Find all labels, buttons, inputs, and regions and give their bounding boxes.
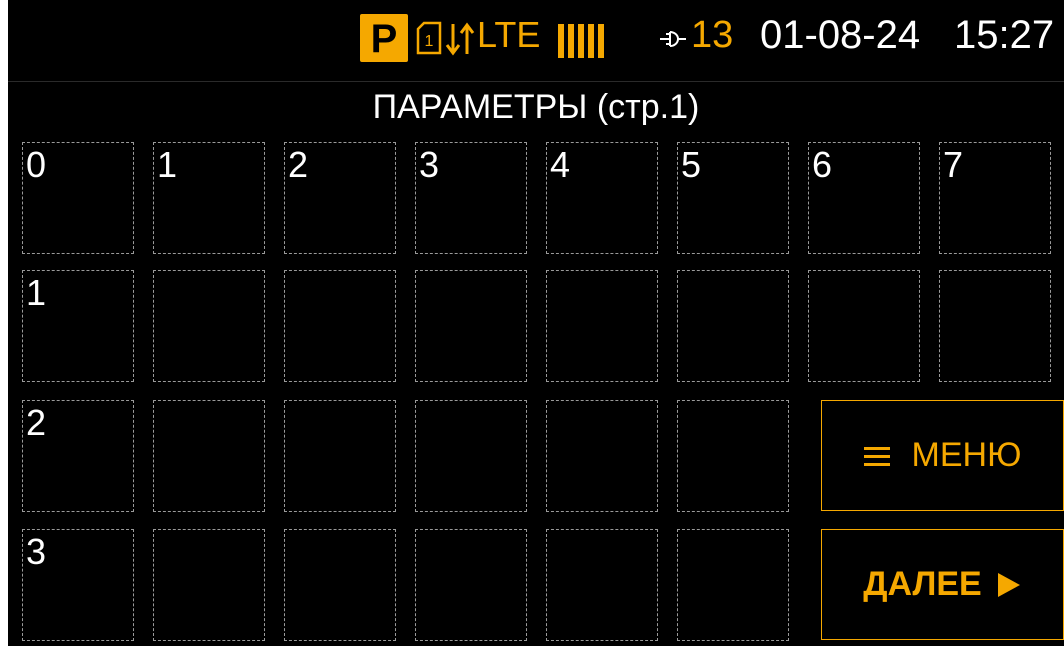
time-value: 15:27 [954, 13, 1055, 57]
next-button[interactable]: ДАЛЕЕ [821, 529, 1064, 640]
date-value: 01-08-24 [760, 13, 921, 57]
column-header-cell[interactable]: 0 [22, 142, 134, 254]
parameter-cell[interactable] [284, 400, 396, 512]
parameter-cell[interactable] [153, 529, 265, 641]
row-header-cell[interactable]: 2 [22, 400, 134, 512]
parameter-cell[interactable] [808, 270, 920, 382]
parameter-cell[interactable] [415, 270, 527, 382]
signal-arrows-icon [445, 22, 475, 56]
parameter-cell[interactable] [153, 400, 265, 512]
column-header-cell[interactable]: 2 [284, 142, 396, 254]
status-bar: P 1 LTE 13 01-08-24 15:27 [8, 0, 1064, 81]
parameter-cell[interactable] [677, 270, 789, 382]
device-screen: P 1 LTE 13 01-08-24 15:27 ПАРАМЕТРЫ (стр… [8, 0, 1064, 646]
column-header-cell[interactable]: 1 [153, 142, 265, 254]
row-header-cell[interactable]: 3 [22, 529, 134, 641]
parameter-cell[interactable] [939, 270, 1051, 382]
column-header-cell[interactable]: 4 [546, 142, 658, 254]
parameter-cell[interactable] [546, 270, 658, 382]
plug-icon [660, 31, 686, 47]
count-value: 13 [691, 14, 734, 56]
column-header-cell[interactable]: 7 [939, 142, 1051, 254]
signal-bars-icon [558, 24, 604, 58]
network-label: LTE [477, 14, 541, 55]
parameter-cell[interactable] [284, 529, 396, 641]
parameter-cell[interactable] [677, 400, 789, 512]
hamburger-icon [863, 446, 890, 466]
column-header-cell[interactable]: 3 [415, 142, 527, 254]
parameter-cell[interactable] [677, 529, 789, 641]
column-header-cell[interactable]: 6 [808, 142, 920, 254]
parameter-cell[interactable] [415, 529, 527, 641]
page-title: ПАРАМЕТРЫ (стр.1) [372, 88, 700, 126]
sim-slot-label: 1 [425, 33, 434, 50]
parameter-cell[interactable] [284, 270, 396, 382]
parking-badge-icon: P [360, 14, 408, 62]
parameter-cell[interactable] [415, 400, 527, 512]
row-header-cell[interactable]: 1 [22, 270, 134, 382]
parameter-cell[interactable] [546, 529, 658, 641]
parameter-cell[interactable] [546, 400, 658, 512]
parameter-cell[interactable] [153, 270, 265, 382]
sim-card-icon: 1 [416, 21, 442, 55]
next-button-label: ДАЛЕЕ [863, 565, 982, 603]
play-arrow-icon [997, 572, 1020, 597]
column-header-cell[interactable]: 5 [677, 142, 789, 254]
menu-button-label: МЕНЮ [911, 436, 1022, 474]
menu-button[interactable]: МЕНЮ [821, 400, 1064, 511]
